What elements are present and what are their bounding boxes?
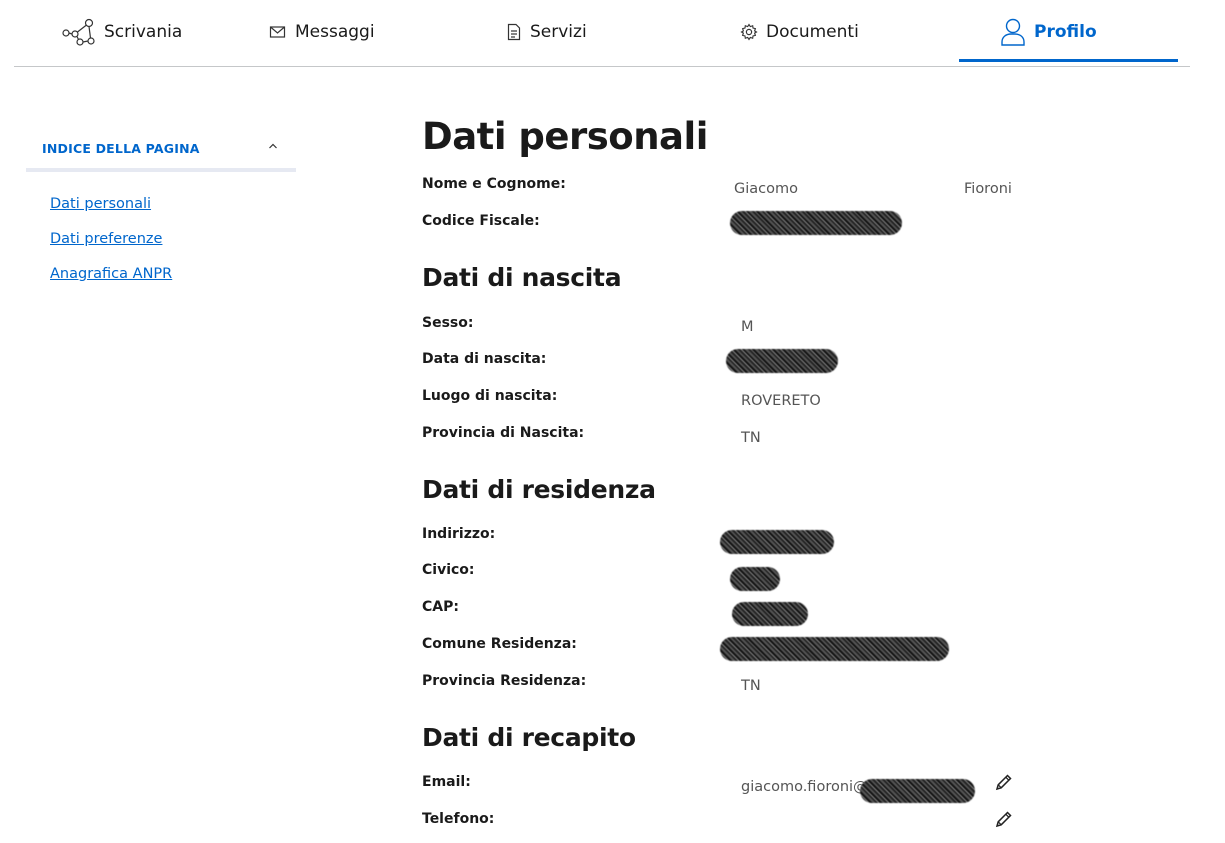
index-link-dati-preferenze[interactable]: Dati preferenze — [50, 231, 162, 247]
value-cognome: Fioroni — [964, 181, 1012, 197]
user-icon — [1001, 18, 1025, 46]
value-nome: Giacomo — [734, 181, 798, 197]
nav-tab-servizi[interactable]: Servizi — [506, 0, 587, 64]
network-icon — [62, 18, 95, 46]
label-indirizzo: Indirizzo: — [422, 526, 496, 542]
value-provincia-residenza: TN — [741, 678, 761, 694]
page-index-title: INDICE DELLA PAGINA — [42, 141, 200, 156]
label-sesso: Sesso: — [422, 315, 474, 331]
label-data-nascita: Data di nascita: — [422, 351, 547, 367]
value-provincia-nascita: TN — [741, 430, 761, 446]
label-codice-fiscale: Codice Fiscale: — [422, 213, 540, 229]
nav-label: Documenti — [766, 22, 859, 42]
page-title: Dati personali — [422, 115, 708, 158]
redacted-civico — [730, 567, 780, 591]
nav-label: Scrivania — [104, 22, 183, 42]
label-provincia-residenza: Provincia Residenza: — [422, 673, 587, 689]
value-email: giacomo.fioroni@ — [741, 779, 868, 795]
value-luogo-nascita: ROVERETO — [741, 393, 821, 409]
label-nome-cognome: Nome e Cognome: — [422, 176, 566, 192]
top-navigation: Scrivania Messaggi Servizi Documenti Pro… — [14, 0, 1190, 67]
nav-tab-documenti[interactable]: Documenti — [740, 0, 859, 64]
label-telefono: Telefono: — [422, 811, 495, 827]
label-email: Email: — [422, 774, 471, 790]
redacted-indirizzo — [720, 530, 834, 554]
section-heading-recapito: Dati di recapito — [422, 723, 636, 752]
active-tab-indicator — [959, 59, 1178, 62]
redacted-data-nascita — [726, 349, 838, 373]
envelope-icon — [269, 26, 286, 38]
redacted-comune-residenza — [720, 637, 949, 661]
label-provincia-nascita: Provincia di Nascita: — [422, 425, 585, 441]
nav-tab-profilo[interactable]: Profilo — [1000, 0, 1097, 64]
index-link-dati-personali[interactable]: Dati personali — [50, 196, 151, 212]
label-luogo-nascita: Luogo di nascita: — [422, 388, 558, 404]
redacted-codice-fiscale — [730, 211, 902, 235]
label-comune-residenza: Comune Residenza: — [422, 636, 577, 652]
pencil-icon[interactable] — [994, 772, 1014, 792]
redacted-email-domain — [860, 779, 975, 803]
pencil-icon[interactable] — [994, 809, 1014, 829]
index-link-anagrafica-anpr[interactable]: Anagrafica ANPR — [50, 266, 172, 282]
gear-icon — [740, 23, 758, 41]
nav-label: Servizi — [530, 22, 587, 42]
nav-tab-messaggi[interactable]: Messaggi — [269, 0, 375, 64]
document-icon — [507, 23, 521, 41]
chevron-up-icon — [269, 143, 277, 149]
label-civico: Civico: — [422, 562, 475, 578]
nav-label: Profilo — [1034, 22, 1097, 42]
redacted-cap — [732, 602, 808, 626]
section-heading-residenza: Dati di residenza — [422, 475, 656, 504]
nav-tab-scrivania[interactable]: Scrivania — [62, 0, 182, 64]
page-index-toggle[interactable]: INDICE DELLA PAGINA — [26, 130, 296, 172]
nav-label: Messaggi — [295, 22, 375, 42]
section-heading-nascita: Dati di nascita — [422, 263, 622, 292]
value-sesso: M — [741, 319, 754, 335]
label-cap: CAP: — [422, 599, 459, 615]
